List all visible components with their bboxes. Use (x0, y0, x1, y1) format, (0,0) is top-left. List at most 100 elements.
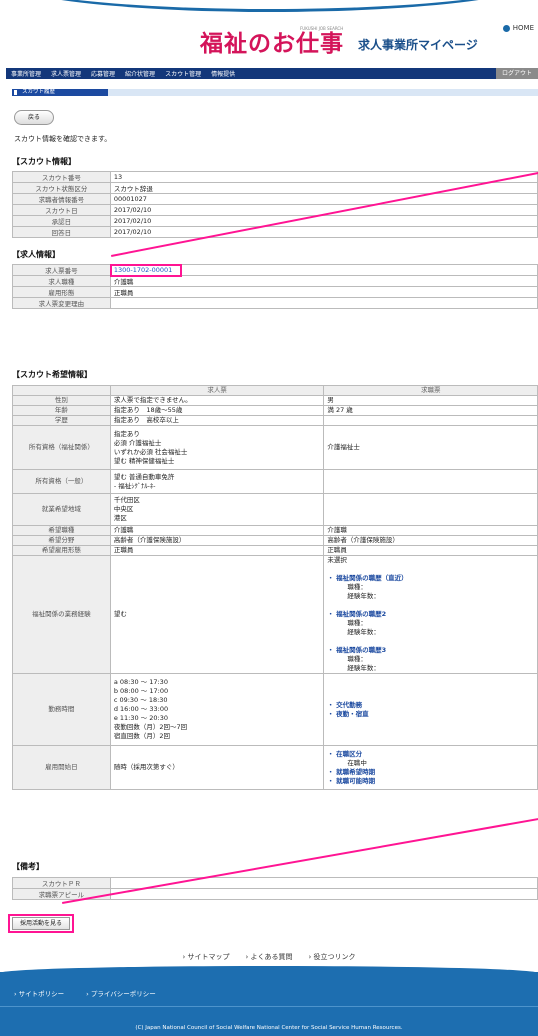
label: スカウト状態区分 (12, 182, 111, 194)
footer-link-privacy[interactable]: › プライバシーポリシー (86, 988, 156, 998)
value: 13 (109, 171, 538, 183)
table-row: 所有資格（一般） 望む 普通自動車免許 - 福祉ｼｸﾞﾅﾙ-ﾈ- (12, 469, 538, 494)
experience-item: ・ 福祉関係の職歴（直近） (327, 574, 408, 582)
value: 男 (323, 395, 538, 406)
table-row: 求人票番号 1300-1702-00001 (12, 264, 538, 276)
nav-item-office[interactable]: 事業所管理 (6, 69, 46, 78)
label: スカウト日 (12, 204, 111, 216)
job-info-table: 求人票番号 1300-1702-00001 求人職種 介護職 雇用形態 正職員 求人票… (12, 264, 538, 309)
main-nav: 事業所管理 求人票管理 応募管理 紹介状管理 スカウト管理 情報提供 ログアウト (6, 68, 538, 79)
value: 望む (109, 555, 325, 674)
logo-subtitle: FUKUSHI JOB SEARCH (300, 26, 344, 31)
back-button[interactable]: 戻る (14, 110, 54, 125)
value: 2017/02/10 (109, 226, 538, 238)
job-info-heading: 【求人情報】 (12, 250, 60, 259)
label: 求人職種 (12, 275, 111, 287)
mypage-title: 求人事業所マイページ (358, 38, 478, 52)
footer-link-sitemap[interactable]: › サイトマップ (182, 952, 229, 962)
table-row: 希望雇用形態 正職員 正職員 (12, 545, 538, 556)
job-number-link[interactable]: 1300-1702-00001 (109, 264, 538, 276)
table-row: スカウトＰＲ (12, 877, 538, 889)
table-row: 福祉関係の業務経験 望む 未選択 ・ 福祉関係の職歴（直近） 職種： 経験年数： ・… (12, 555, 538, 674)
experience-cell: 未選択 ・ 福祉関係の職歴（直近） 職種： 経験年数： ・ 福祉関係の職歴2 職種：… (323, 555, 538, 674)
table-row: スカウト日 2017/02/10 (12, 204, 538, 216)
value: 未選択 (327, 556, 347, 564)
value: 介護職 (109, 275, 538, 287)
value: 指定あり 18歳～55歳 (109, 405, 325, 416)
value: a 08:30 ～ 17:30 b 08:00 ～ 17:00 c 09:30 … (109, 673, 325, 746)
value (109, 297, 538, 309)
label: 福祉関係の業務経験 (12, 555, 111, 674)
nav-item-application[interactable]: 応募管理 (86, 69, 120, 78)
home-icon (502, 24, 510, 32)
label: スカウトＰＲ (12, 877, 111, 889)
value: 望む 普通自動車免許 - 福祉ｼｸﾞﾅﾙ-ﾈ- (109, 469, 325, 494)
label: 求人票変更理由 (12, 297, 111, 309)
label: 希望職種 (12, 525, 111, 536)
intro-text: スカウト情報を確認できます。 (14, 135, 112, 143)
value: 2017/02/10 (109, 215, 538, 227)
wish-table: 求人票 求職票 性別 求人票で指定できません。男 年齢 指定あり 18歳～55歳満 2… (12, 385, 538, 790)
value (323, 493, 538, 526)
footer-link-site-policy[interactable]: › サイトポリシー (14, 988, 64, 998)
value: 00001027 (109, 193, 538, 205)
value: 介護職 (323, 525, 538, 536)
nav-item-scout[interactable]: スカウト管理 (160, 69, 206, 78)
table-row: 回答日 2017/02/10 (12, 226, 538, 238)
table-row: 所有資格（福祉関係） 指定あり 必須 介護福祉士 いずれか必須 社会福祉士 望む … (12, 425, 538, 470)
footer-link-useful[interactable]: › 役立つリンク (309, 952, 356, 962)
label: 所有資格（一般） (12, 469, 111, 494)
table-row: 求人票 求職票 (12, 385, 538, 396)
view-hiring-activity-button[interactable]: 採用活動を見る (12, 917, 70, 930)
table-row: 年齢 指定あり 18歳～55歳満 27 歳 (12, 405, 538, 416)
value: 介護職 (109, 525, 325, 536)
value: 満 27 歳 (323, 405, 538, 416)
nav-item-info[interactable]: 情報提供 (206, 69, 240, 78)
label: 回答日 (12, 226, 111, 238)
label: 就業希望地域 (12, 493, 111, 526)
label: 学歴 (12, 415, 111, 426)
table-row: スカウト番号 13 (12, 171, 538, 183)
wish-heading: 【スカウト希望情報】 (12, 370, 92, 379)
value (109, 888, 538, 900)
scout-info-table: スカウト番号 13 スカウト状態区分 スカウト辞退 求職者情報番号 00001027 … (12, 171, 538, 238)
label: 性別 (12, 395, 111, 406)
value: 在職中 (347, 758, 367, 767)
table-row: 雇用開始日 随時（採用次第すぐ） ・ 在職区分 在職中・ 就職希望時期・ 就職可能時… (12, 745, 538, 790)
nav-item-joblisting[interactable]: 求人票管理 (46, 69, 86, 78)
page-title: スカウト履歴 (12, 89, 108, 96)
hours-cell: ・ 交代勤務・ 夜勤・宿直 (323, 673, 538, 746)
logout-button[interactable]: ログアウト (495, 68, 538, 79)
value: 随時（採用次第すぐ） (109, 745, 325, 790)
site-header: 福祉のお仕事 FUKUSHI JOB SEARCH 求人事業所マイページ HOM… (0, 0, 538, 62)
value (323, 415, 538, 426)
nav-item-referral[interactable]: 紹介状管理 (120, 69, 160, 78)
value: 高齢者（介護保険施設） (323, 535, 538, 546)
table-row: 就業希望地域 千代田区 中央区 港区 (12, 493, 538, 526)
home-link[interactable]: HOME (502, 24, 534, 32)
value: 指定あり 高校卒以上 (109, 415, 325, 426)
value: 正職員 (109, 545, 325, 556)
value: ・ 夜勤・宿直 (327, 709, 369, 718)
value: 求人票で指定できません。 (109, 395, 325, 406)
table-row: 性別 求人票で指定できません。男 (12, 395, 538, 406)
value: 介護福祉士 (323, 425, 538, 470)
remarks-heading: 【備考】 (12, 862, 44, 871)
experience-item: ・ 福祉関係の職歴3 (327, 646, 387, 654)
value: 高齢者（介護保険施設） (109, 535, 325, 546)
label: 雇用形態 (12, 286, 111, 298)
table-row: 希望分野 高齢者（介護保険施設） 高齢者（介護保険施設） (12, 535, 538, 546)
value: ・ 在職区分 (327, 749, 363, 758)
label: スカウト番号 (12, 171, 111, 183)
column-header: 求人票 (109, 385, 325, 396)
label: 求人票番号 (12, 264, 111, 276)
table-row: 希望職種 介護職 介護職 (12, 525, 538, 536)
label: 求職者情報番号 (12, 193, 111, 205)
footer-link-faq[interactable]: › よくある質問 (245, 952, 292, 962)
table-row: 勤務時間 a 08:30 ～ 17:30 b 08:00 ～ 17:00 c 09… (12, 673, 538, 746)
label: 希望分野 (12, 535, 111, 546)
table-row: 求人職種 介護職 (12, 275, 538, 287)
value: ・ 就職可能時期 (327, 776, 376, 785)
value: ・ 交代勤務 (327, 700, 363, 709)
footer-links: › サイトマップ › よくある質問 › 役立つリンク (0, 946, 538, 968)
